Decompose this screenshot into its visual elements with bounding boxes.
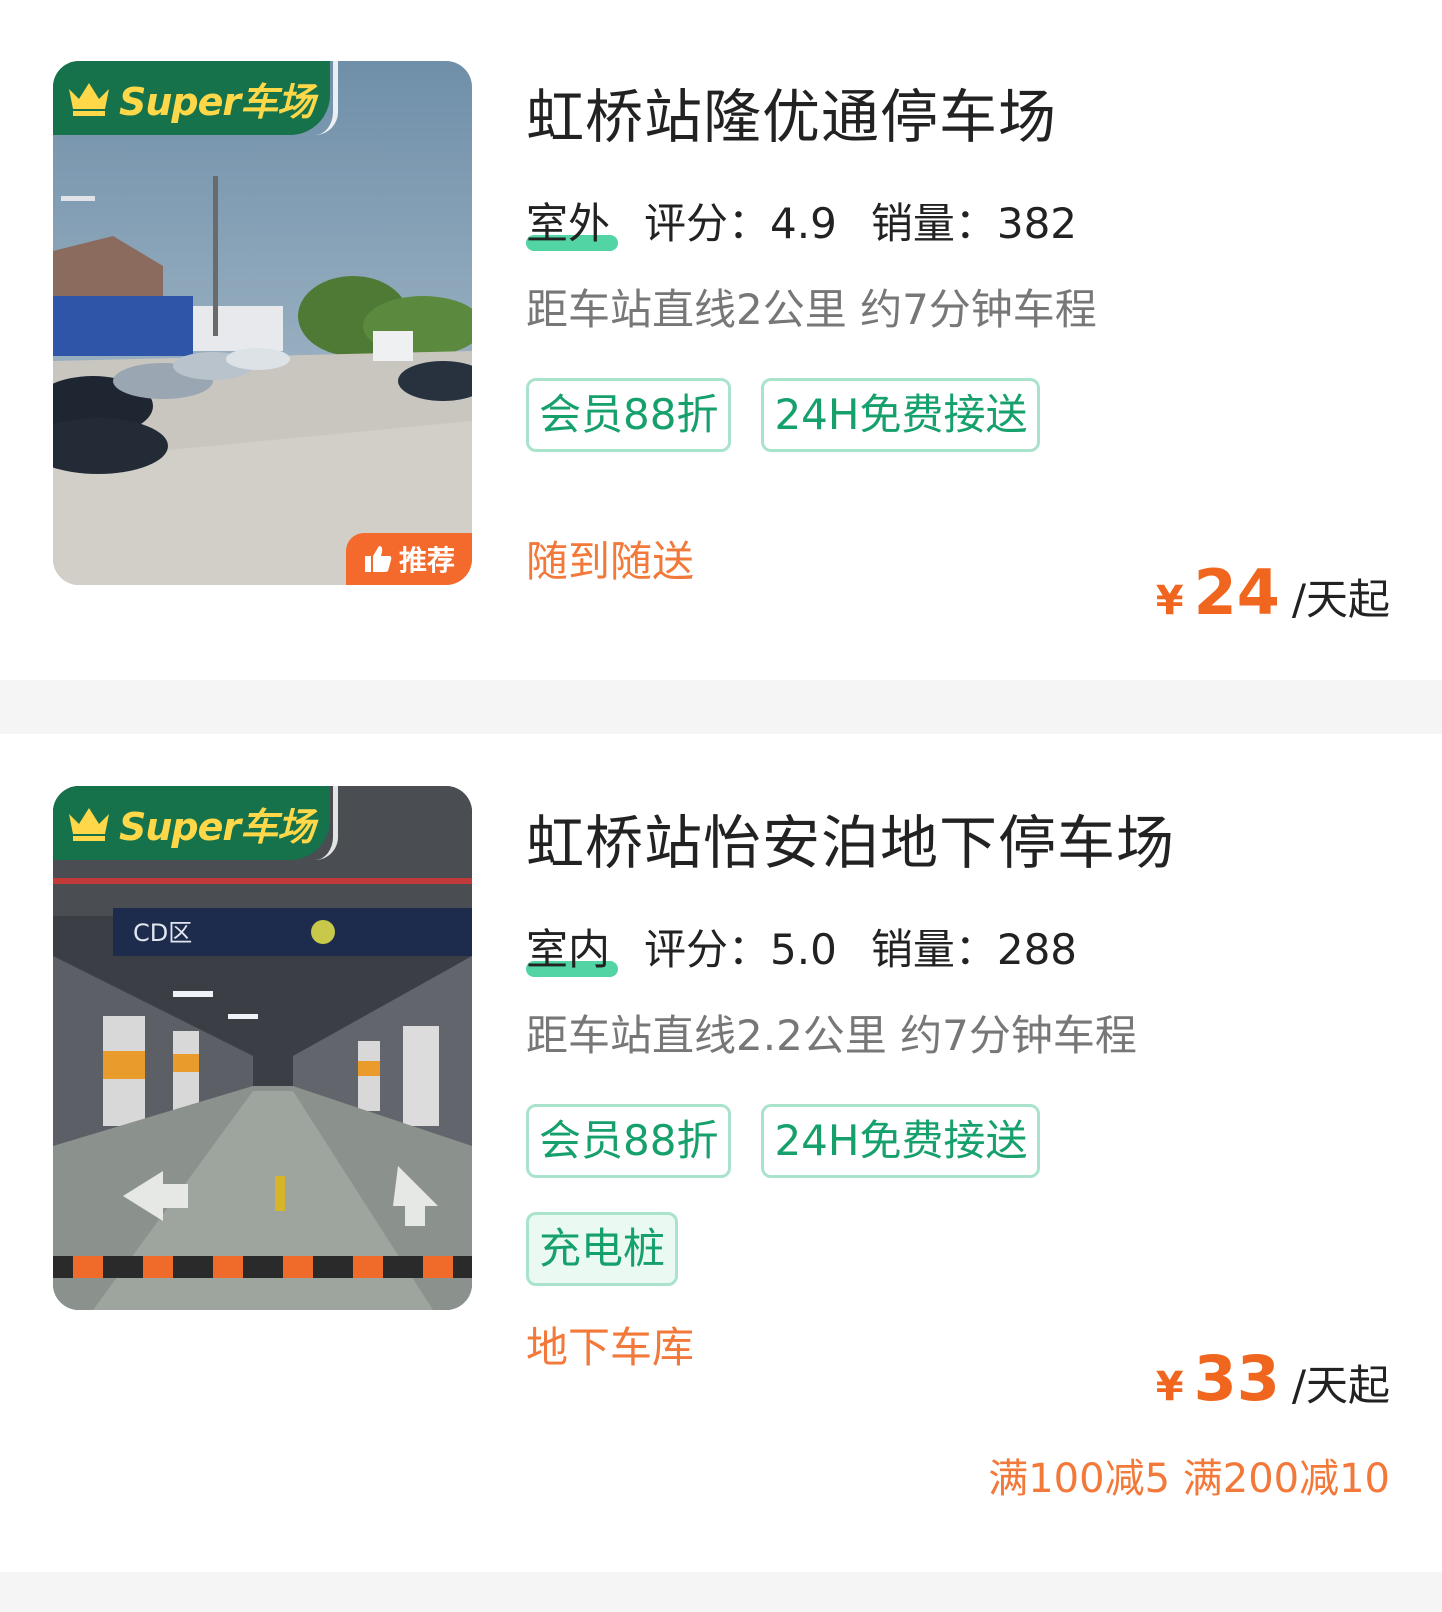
recommend-label: 推荐 (398, 544, 455, 577)
rating: 评分：4.9 (644, 199, 837, 248)
distance-info: 距车站直线2公里 约7分钟车程 (526, 285, 1097, 334)
parking-lot-photo[interactable]: Super车场 推荐 (53, 61, 472, 585)
parking-meta-row: 室内 评分：5.0 销量：288 (526, 916, 1077, 977)
currency-symbol: ¥ (1155, 578, 1184, 624)
crown-icon (69, 83, 109, 116)
super-parking-badge: Super车场 (53, 786, 338, 860)
rating-value: 4.9 (770, 199, 837, 248)
crown-icon (69, 808, 109, 841)
price-value: 33 (1193, 1342, 1280, 1415)
tag-list: 会员88折 24H免费接送 (526, 378, 1226, 452)
rating: 评分：5.0 (644, 925, 837, 974)
tag-list: 会员88折 24H免费接送 (526, 1104, 1226, 1178)
tag-shuttle: 24H免费接送 (761, 378, 1041, 452)
sales-value: 382 (996, 199, 1078, 248)
garage-sign-text: CD区 (133, 919, 192, 947)
currency-symbol: ¥ (1155, 1364, 1184, 1410)
parking-name[interactable]: 虹桥站隆优通停车场 (526, 70, 1057, 154)
parking-lot-photo[interactable]: CD区 Super车场 (53, 786, 472, 1310)
sales: 销量：382 (870, 199, 1078, 248)
parking-listing-card[interactable]: Super车场 推荐 虹桥站隆优通停车场 室外 评分：4.9 销量：382 距车… (0, 0, 1442, 680)
price-unit: /天起 (1291, 1361, 1390, 1410)
sales-value: 288 (996, 925, 1078, 974)
parking-type: 室内 (526, 916, 618, 977)
rating-value: 5.0 (770, 925, 837, 974)
super-badge-label: Super车场 (119, 804, 315, 849)
underground-garage-image: CD区 (53, 786, 472, 1310)
promo-text: 满100减5 满200减10 (988, 1456, 1390, 1502)
parking-type-label: 室外 (526, 199, 611, 248)
super-parking-badge: Super车场 (53, 61, 338, 135)
distance-info: 距车站直线2.2公里 约7分钟车程 (526, 1011, 1137, 1060)
price: ¥ 24 /天起 (1156, 556, 1390, 629)
tag-member-discount: 会员88折 (526, 378, 732, 452)
price: ¥ 33 /天起 (1156, 1342, 1390, 1415)
tag-charging-pile: 充电桩 (526, 1212, 679, 1286)
tag-member-discount: 会员88折 (526, 1104, 732, 1178)
sales: 销量：288 (870, 925, 1078, 974)
tag-list-extra: 充电桩 (526, 1212, 1226, 1286)
parking-meta-row: 室外 评分：4.9 销量：382 (526, 190, 1077, 251)
feature-label: 地下车库 (526, 1323, 695, 1372)
super-badge-label: Super车场 (119, 79, 315, 124)
parking-listing-card[interactable]: CD区 Super车场 虹桥站怡安泊地下停车场 室内 评分：5.0 销量：288… (0, 734, 1442, 1572)
parking-name[interactable]: 虹桥站怡安泊地下停车场 (526, 796, 1175, 880)
parking-type-label: 室内 (526, 925, 611, 974)
price-unit: /天起 (1291, 575, 1390, 624)
price-value: 24 (1193, 556, 1280, 629)
thumbs-up-icon (364, 546, 392, 572)
parking-type: 室外 (526, 190, 618, 251)
recommend-badge: 推荐 (346, 533, 472, 585)
feature-label: 随到随送 (526, 537, 695, 586)
outdoor-parking-image (53, 61, 472, 585)
tag-shuttle: 24H免费接送 (761, 1104, 1041, 1178)
